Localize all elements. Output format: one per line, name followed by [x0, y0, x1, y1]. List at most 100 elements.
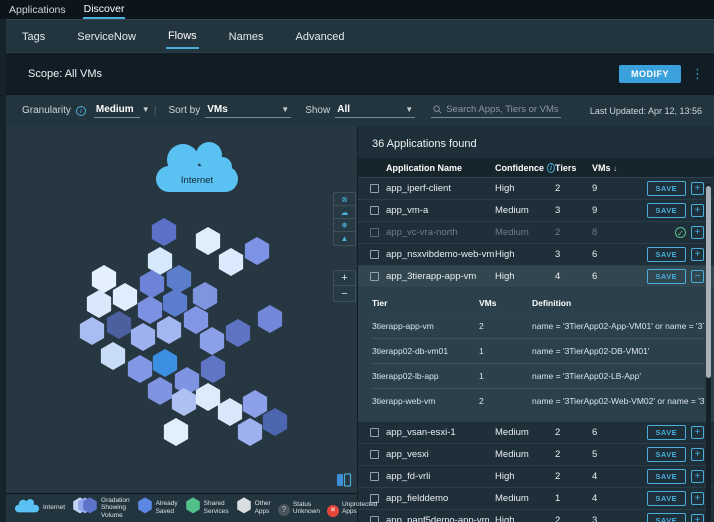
save-button[interactable]: SAVE — [647, 513, 686, 522]
app-hexagon[interactable] — [131, 323, 155, 351]
app-hexagon[interactable] — [263, 408, 287, 436]
unprotected-filter-icon[interactable]: ⊗ — [334, 193, 355, 206]
app-hexagon[interactable] — [196, 227, 220, 255]
expand-button[interactable]: + — [691, 514, 704, 522]
table-scrollbar[interactable] — [706, 184, 711, 522]
app-hexagon[interactable] — [138, 296, 162, 324]
column-confidence[interactable]: Confidence i — [495, 163, 555, 173]
zoom-in-button[interactable]: + — [334, 271, 355, 286]
app-hexagon[interactable] — [157, 316, 181, 344]
save-button[interactable]: SAVE — [647, 247, 686, 262]
column-tiers[interactable]: Tiers — [555, 163, 592, 173]
nav-item-discover[interactable]: Discover — [83, 1, 126, 19]
expand-button[interactable]: + — [691, 448, 704, 461]
app-hexagon[interactable] — [107, 311, 131, 339]
row-checkbox[interactable] — [370, 228, 379, 237]
granularity-dropdown[interactable]: Medium ▼ — [94, 103, 140, 118]
tab-servicenow[interactable]: ServiceNow — [75, 24, 138, 48]
expand-button[interactable]: + — [691, 182, 704, 195]
row-checkbox[interactable] — [370, 184, 379, 193]
tab-advanced[interactable]: Advanced — [294, 24, 347, 48]
app-hexagon[interactable] — [172, 388, 196, 416]
tab-flows[interactable]: Flows — [166, 23, 199, 49]
row-checkbox[interactable] — [370, 428, 379, 437]
table-row[interactable]: app_vsan-esxi-1Medium26SAVE+ — [358, 422, 714, 444]
app-hexagon[interactable] — [245, 237, 269, 265]
table-row[interactable]: app_fd-vrliHigh24SAVE+ — [358, 466, 714, 488]
row-checkbox[interactable] — [370, 450, 379, 459]
save-button[interactable]: SAVE — [647, 181, 686, 196]
save-button[interactable]: SAVE — [647, 425, 686, 440]
table-row[interactable]: app_vc-vra-northMedium28✓+ — [358, 222, 714, 244]
scrollbar-thumb[interactable] — [706, 186, 711, 378]
confidence-info-icon[interactable]: i — [547, 163, 555, 173]
app-hexagon[interactable] — [80, 317, 104, 345]
app-hexagon[interactable] — [101, 342, 125, 370]
tier-row[interactable]: 3tierapp02-lb-app1name = '3TierApp02-LB-… — [372, 364, 704, 389]
tier-row[interactable]: 3tierapp-web-vm2name = '3TierApp02-Web-V… — [372, 389, 704, 413]
column-application-name[interactable]: Application Name — [358, 163, 495, 173]
internet-cloud[interactable]: Internet — [156, 142, 238, 192]
granularity-info-icon[interactable]: i — [76, 106, 86, 116]
table-row[interactable]: app_vesxiMedium25SAVE+ — [358, 444, 714, 466]
expand-button[interactable]: + — [691, 470, 704, 483]
app-hexagon[interactable] — [226, 319, 250, 347]
alert-triangle-icon[interactable]: ▲ — [334, 232, 355, 245]
expand-button[interactable]: + — [691, 226, 704, 239]
zoom-out-button[interactable]: − — [334, 286, 355, 301]
shared-services-filter-icon[interactable]: ❅ — [334, 219, 355, 232]
sort-by-dropdown[interactable]: VMs ▼ — [205, 103, 291, 118]
app-hexagon[interactable] — [164, 418, 188, 446]
tab-tags[interactable]: Tags — [20, 24, 47, 48]
table-row[interactable]: app_3tierapp-app-vmHigh46SAVE− — [358, 266, 714, 288]
app-hexagon[interactable] — [243, 390, 267, 418]
app-hexagon[interactable] — [218, 398, 242, 426]
save-button[interactable]: SAVE — [647, 203, 686, 218]
tier-row[interactable]: 3tierapp02-db-vm011name = '3TierApp02-DB… — [372, 339, 704, 364]
app-hexagon[interactable] — [193, 282, 217, 310]
app-hexagon[interactable] — [201, 355, 225, 383]
tab-names[interactable]: Names — [227, 24, 266, 48]
row-checkbox[interactable] — [370, 272, 379, 281]
app-hexagon[interactable] — [128, 355, 152, 383]
app-hexagon[interactable] — [153, 349, 177, 377]
modify-button[interactable]: MODIFY — [619, 65, 681, 83]
hexagon-map[interactable]: Internet — [6, 126, 357, 493]
table-row[interactable]: app_panf5demo-app-vmHigh23SAVE+ — [358, 510, 714, 522]
expand-button[interactable]: + — [691, 426, 704, 439]
table-row[interactable]: app_iperf-clientHigh29SAVE+ — [358, 178, 714, 200]
save-button[interactable]: SAVE — [647, 269, 686, 284]
internet-filter-icon[interactable]: ☁ — [334, 206, 355, 219]
show-dropdown[interactable]: All ▼ — [335, 103, 415, 118]
app-hexagon[interactable] — [238, 418, 262, 446]
app-hexagon[interactable] — [113, 283, 137, 311]
row-checkbox[interactable] — [370, 472, 379, 481]
table-row[interactable]: app_vm-aMedium39SAVE+ — [358, 200, 714, 222]
save-button[interactable]: SAVE — [647, 491, 686, 506]
app-hexagon[interactable] — [148, 377, 172, 405]
legend-toggle-icon[interactable] — [335, 473, 353, 487]
collapse-button[interactable]: − — [691, 270, 704, 283]
search-input[interactable] — [446, 104, 559, 115]
row-checkbox[interactable] — [370, 250, 379, 259]
app-hexagon[interactable] — [219, 248, 243, 276]
expand-button[interactable]: + — [691, 204, 704, 217]
table-row[interactable]: app_nsxvibdemo-web-vmHigh36SAVE+ — [358, 244, 714, 266]
expand-button[interactable]: + — [691, 492, 704, 505]
tier-row[interactable]: 3tierapp-app-vm2name = '3TierApp02-App-V… — [372, 314, 704, 339]
row-checkbox[interactable] — [370, 206, 379, 215]
expand-button[interactable]: + — [691, 248, 704, 261]
app-hexagon[interactable] — [87, 290, 111, 318]
app-hexagon[interactable] — [184, 306, 208, 334]
table-row[interactable]: app_fielddemoMedium14SAVE+ — [358, 488, 714, 510]
save-button[interactable]: SAVE — [647, 469, 686, 484]
save-button[interactable]: SAVE — [647, 447, 686, 462]
app-hexagon[interactable] — [200, 327, 224, 355]
app-hexagon[interactable] — [92, 265, 116, 293]
kebab-menu-icon[interactable]: ⋮ — [691, 67, 704, 80]
nav-item-applications[interactable]: Applications — [8, 2, 67, 18]
app-hexagon[interactable] — [167, 265, 191, 293]
column-vms[interactable]: VMs ↓ — [592, 163, 632, 173]
app-hexagon[interactable] — [152, 218, 176, 246]
app-hexagon[interactable] — [196, 383, 220, 411]
